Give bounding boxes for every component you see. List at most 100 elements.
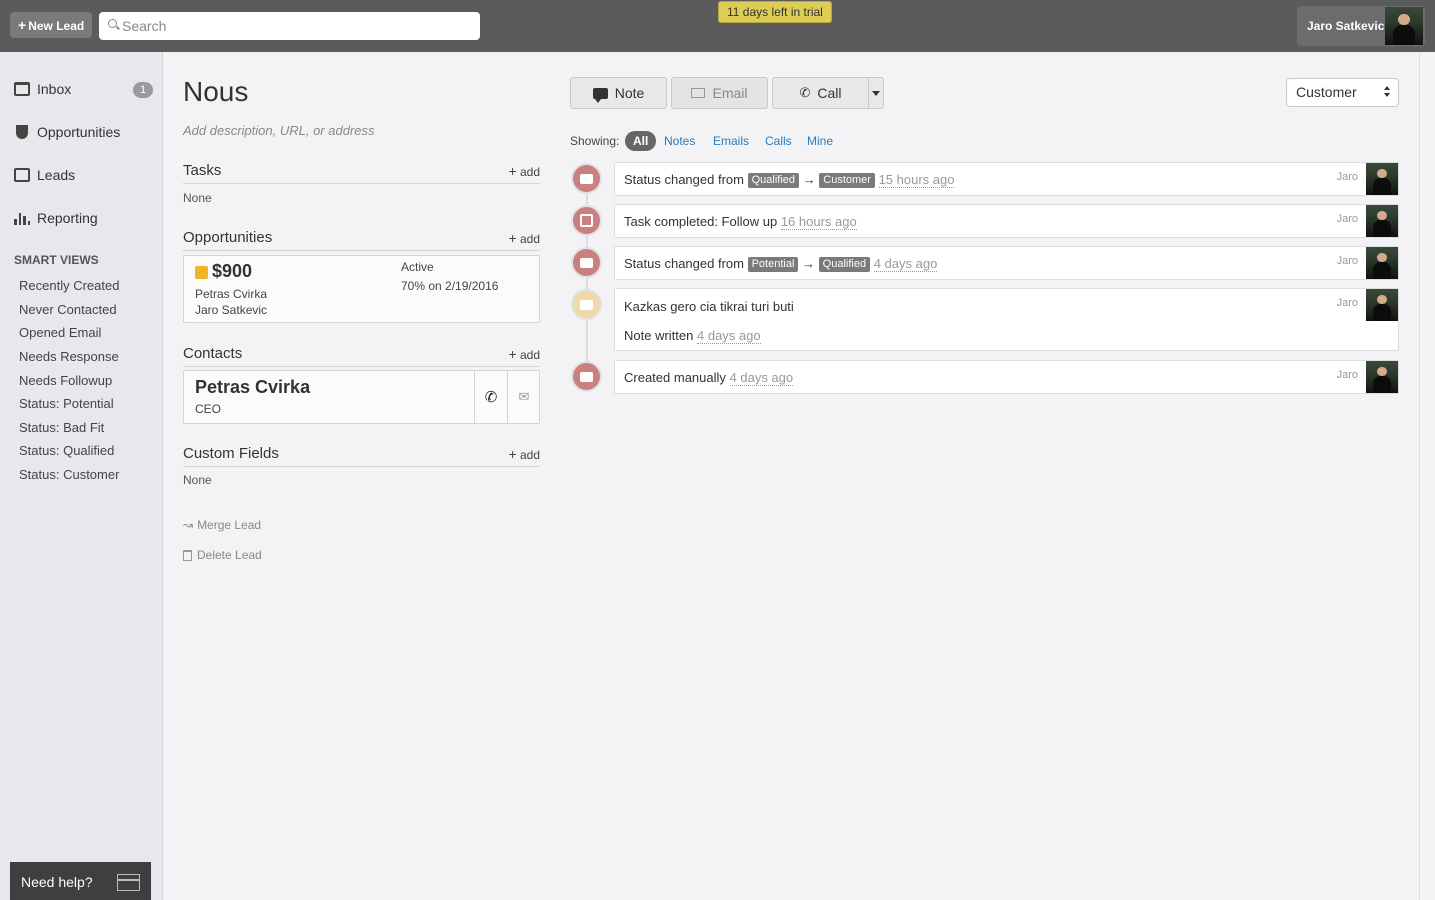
filter-notes[interactable]: Notes — [664, 131, 695, 151]
search-icon — [108, 19, 117, 28]
add-task-button[interactable]: + add — [508, 163, 540, 179]
chevron-down-icon — [872, 90, 880, 96]
activity-prefix: Status changed from — [624, 172, 744, 187]
contact-card[interactable]: Petras Cvirka CEO ✆ ✉ — [183, 370, 540, 424]
lead-title[interactable]: Nous — [183, 76, 248, 108]
timestamp[interactable]: 4 days ago — [697, 328, 761, 344]
trial-badge[interactable]: 11 days left in trial — [718, 1, 832, 23]
note-button[interactable]: Note — [570, 77, 667, 109]
delete-lead-link[interactable]: Delete Lead — [183, 548, 262, 562]
timestamp[interactable]: 4 days ago — [873, 256, 938, 272]
smart-view-item[interactable]: Status: Qualified — [19, 443, 114, 458]
need-help-button[interactable]: Need help? — [10, 862, 151, 900]
arrow-icon: → — [802, 256, 816, 271]
section-title: Opportunities — [183, 229, 273, 246]
opportunity-card[interactable]: $900 Petras Cvirka Jaro Satkevic Active … — [183, 255, 540, 323]
note-body: Kazkas gero cia tikrai turi buti — [624, 299, 794, 314]
merge-icon: ↝ — [183, 518, 194, 532]
smart-view-item[interactable]: Opened Email — [19, 325, 101, 340]
email-button[interactable]: Email — [671, 77, 768, 109]
timestamp[interactable]: 4 days ago — [729, 370, 794, 386]
trash-icon — [183, 549, 192, 561]
merge-lead-link[interactable]: ↝ Merge Lead — [183, 518, 261, 532]
new-lead-button[interactable]: + New Lead — [10, 12, 93, 38]
opportunity-color-swatch — [195, 266, 208, 279]
opportunity-contact: Petras Cvirka — [195, 287, 268, 301]
avatar — [1366, 205, 1398, 237]
activity-prefix: Task completed: Follow up — [624, 214, 778, 229]
call-options-dropdown[interactable] — [869, 77, 884, 109]
envelope-icon — [691, 88, 706, 98]
chat-window-icon — [117, 874, 140, 891]
speech-bubble-icon — [592, 87, 608, 103]
activity-text: Status changed from Qualified → Customer… — [624, 171, 955, 188]
sidebar-item-opportunities[interactable]: Opportunities — [14, 121, 120, 143]
opportunity-confidence: 70% on 2/19/2016 — [401, 279, 499, 293]
sidebar-item-reporting[interactable]: Reporting — [14, 207, 98, 229]
filter-calls[interactable]: Calls — [765, 131, 792, 151]
sidebar-item-label: Inbox — [37, 81, 72, 97]
add-custom-field-button[interactable]: + add — [508, 446, 540, 462]
lead-status-select[interactable]: Customer — [1286, 78, 1399, 107]
section-title: Tasks — [183, 162, 222, 179]
sidebar-item-leads[interactable]: Leads — [14, 164, 75, 186]
smart-view-item[interactable]: Never Contacted — [19, 302, 117, 317]
call-button[interactable]: ✆ Call — [772, 77, 869, 109]
add-opportunity-button[interactable]: + add — [508, 230, 540, 246]
timestamp[interactable]: 16 hours ago — [780, 214, 857, 230]
activity-item[interactable]: Status changed from Potential → Qualifie… — [614, 246, 1399, 280]
add-label: add — [519, 165, 540, 179]
search-input[interactable] — [122, 12, 472, 40]
section-title: Contacts — [183, 345, 243, 362]
avatar — [1366, 163, 1398, 195]
lead-status-value: Customer — [1296, 84, 1357, 100]
lead-description[interactable]: Add description, URL, or address — [183, 123, 374, 138]
smart-view-item[interactable]: Needs Followup — [19, 373, 112, 388]
activity-item[interactable]: Task completed: Follow up 16 hours ago J… — [614, 204, 1399, 238]
avatar — [1366, 289, 1398, 321]
opportunity-owner: Jaro Satkevic — [195, 303, 268, 317]
activity-item[interactable]: Kazkas gero cia tikrai turi buti Note wr… — [614, 288, 1399, 351]
custom-fields-empty: None — [183, 473, 212, 487]
smart-view-item[interactable]: Status: Bad Fit — [19, 420, 104, 435]
status-change-icon — [571, 163, 602, 194]
plus-icon: + — [508, 163, 517, 179]
top-bar: +New Lead 11 days left in trial Jaro Sat… — [0, 0, 1435, 52]
add-label: add — [519, 448, 540, 462]
filter-mine[interactable]: Mine — [807, 131, 833, 151]
status-change-icon — [571, 247, 602, 278]
new-lead-label: New Lead — [28, 19, 85, 33]
avatar — [1385, 7, 1423, 45]
task-completed-icon — [571, 205, 602, 236]
phone-icon[interactable]: ✆ — [474, 371, 507, 423]
opportunity-value: $900 — [212, 261, 253, 281]
activity-prefix: Created manually — [624, 370, 726, 385]
need-help-label: Need help? — [21, 874, 93, 890]
sidebar-item-label: Opportunities — [37, 124, 121, 140]
smart-view-item[interactable]: Recently Created — [19, 278, 119, 293]
filter-emails[interactable]: Emails — [713, 131, 749, 151]
tasks-empty: None — [183, 191, 212, 205]
lead-created-icon — [571, 361, 602, 392]
plus-icon: + — [508, 446, 517, 462]
sidebar: Inbox 1 Opportunities Leads Reporting SM… — [0, 52, 163, 900]
status-tag-to: Customer — [819, 173, 875, 188]
search-box[interactable] — [99, 12, 480, 40]
activity-item[interactable]: Status changed from Qualified → Customer… — [614, 162, 1399, 196]
inbox-count-badge: 1 — [133, 82, 153, 98]
note-icon — [571, 289, 602, 320]
sidebar-item-inbox[interactable]: Inbox — [14, 78, 71, 100]
leads-icon — [14, 168, 30, 182]
timestamp[interactable]: 15 hours ago — [878, 172, 955, 188]
filter-all[interactable]: All — [625, 131, 657, 151]
smart-view-item[interactable]: Status: Customer — [19, 467, 119, 482]
email-icon[interactable]: ✉ — [507, 371, 540, 423]
activity-item[interactable]: Created manually 4 days ago Jaro — [614, 360, 1399, 394]
add-label: add — [519, 348, 540, 362]
note-label: Note — [614, 85, 645, 101]
add-contact-button[interactable]: + add — [508, 346, 540, 362]
smart-view-item[interactable]: Needs Response — [19, 349, 119, 364]
call-label: Call — [817, 85, 842, 101]
smart-view-item[interactable]: Status: Potential — [19, 396, 114, 411]
user-menu[interactable]: Jaro Satkevic — [1297, 6, 1425, 46]
